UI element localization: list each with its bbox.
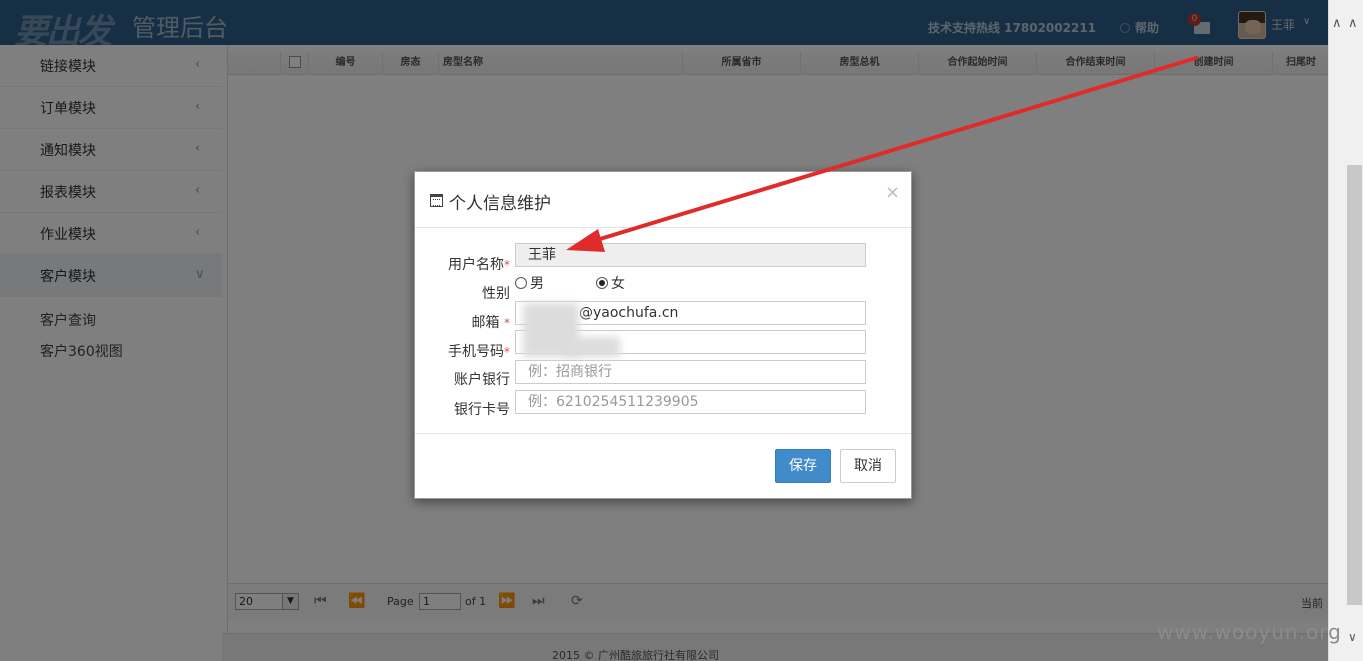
gender-label: 性别 <box>482 286 510 302</box>
profile-dialog: 个人信息维护 × 用户名称* 王菲 性别 男 女 邮箱 * @yaochufa.… <box>414 171 912 499</box>
radio-unchecked-icon <box>515 277 527 289</box>
cancel-button[interactable]: 取消 <box>840 449 896 483</box>
card-number-field[interactable]: 例：6210254511239905 <box>515 390 866 414</box>
chevron-up-icon[interactable]: ∧ <box>1332 16 1342 31</box>
dialog-title: 个人信息维护 <box>449 194 551 214</box>
phone-label: 手机号码* <box>448 344 510 360</box>
close-icon[interactable]: × <box>885 182 900 203</box>
email-label: 邮箱 * <box>471 315 510 331</box>
gender-male-radio[interactable]: 男 <box>515 273 544 293</box>
page-scrollbar[interactable]: ∧ ∧ ∨ <box>1328 0 1363 661</box>
gender-female-radio[interactable]: 女 <box>596 273 625 293</box>
chevron-down-icon[interactable]: ∨ <box>1348 630 1357 644</box>
username-label: 用户名称* <box>448 257 510 273</box>
dialog-header: 个人信息维护 × <box>415 172 911 228</box>
bank-field[interactable]: 例：招商银行 <box>515 360 866 384</box>
calendar-icon <box>430 194 443 207</box>
username-field[interactable]: 王菲 <box>515 243 866 267</box>
card-number-label: 银行卡号 <box>454 402 510 418</box>
scrollbar-thumb[interactable] <box>1347 165 1362 605</box>
dialog-footer: 保存 取消 <box>415 433 911 498</box>
save-button[interactable]: 保存 <box>775 449 831 483</box>
chevron-up-icon[interactable]: ∧ <box>1348 16 1358 31</box>
watermark-text: www.wooyun.org <box>1157 620 1342 644</box>
bank-label: 账户银行 <box>454 372 510 388</box>
radio-checked-icon <box>596 277 608 289</box>
redaction-blur <box>565 337 620 357</box>
